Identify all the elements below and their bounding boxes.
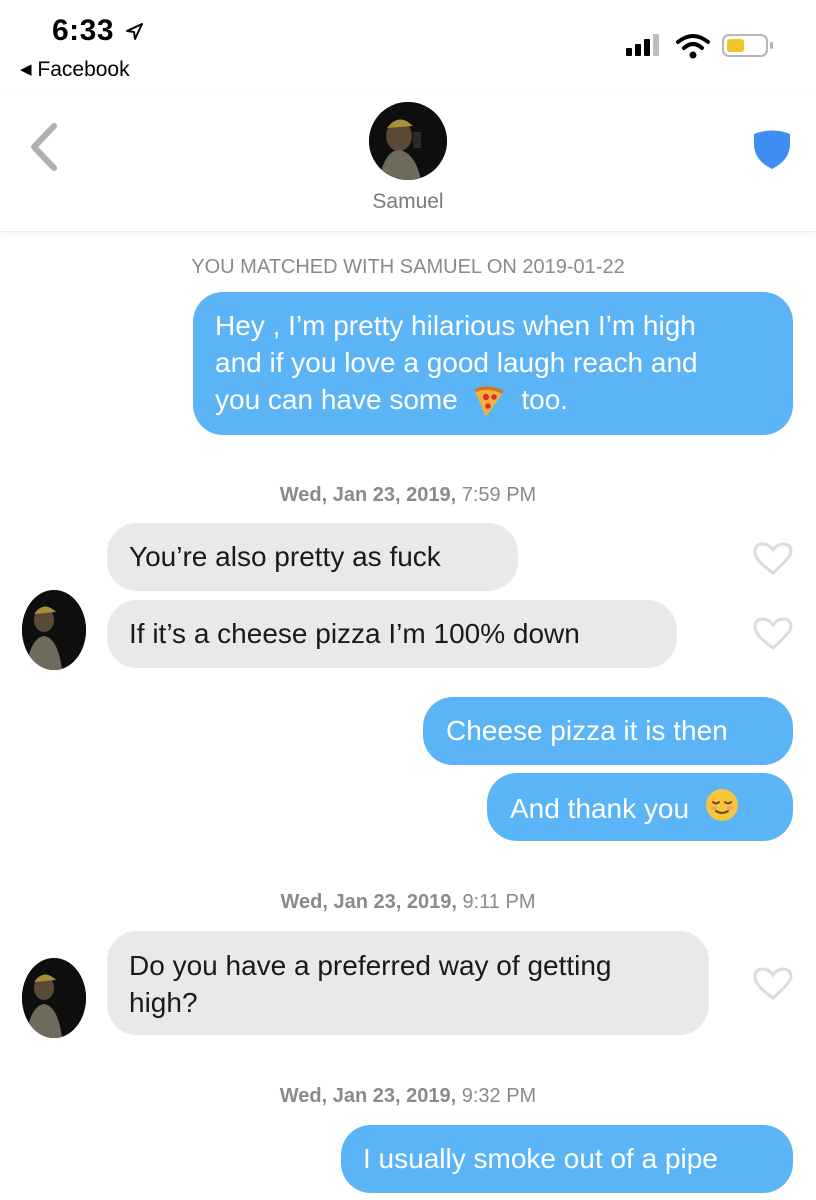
- shield-icon[interactable]: [752, 128, 792, 170]
- wifi-icon: [676, 34, 710, 59]
- signal-bars-icon: [626, 34, 659, 56]
- heart-outline-icon[interactable]: [753, 542, 793, 576]
- sender-avatar[interactable]: [22, 590, 86, 670]
- message-bubble-outgoing[interactable]: I usually smoke out of a pipe: [341, 1125, 793, 1193]
- message-bubble-incoming[interactable]: You’re also pretty as fuck: [107, 523, 518, 591]
- match-notice: YOU MATCHED WITH SAMUEL ON 2019-01-22: [191, 256, 625, 278]
- message-bubble-outgoing[interactable]: And thank you: [487, 773, 793, 841]
- pizza-emoji: [473, 386, 504, 417]
- relieved-face-emoji: [705, 789, 738, 821]
- match-avatar[interactable]: [369, 102, 447, 180]
- message-bubble-outgoing[interactable]: Cheese pizza it is then: [423, 697, 793, 765]
- back-triangle-icon: ◀: [20, 61, 32, 78]
- back-to-app-link[interactable]: ◀ Facebook: [20, 58, 130, 82]
- chevron-left-icon[interactable]: [26, 122, 62, 172]
- sender-avatar[interactable]: [22, 958, 86, 1038]
- message-bubble-outgoing[interactable]: Hey , I’m pretty hilarious when I’m high…: [193, 292, 793, 435]
- heart-outline-icon[interactable]: [753, 617, 793, 651]
- timestamp: Wed, Jan 23, 2019, 9:32 PM: [279, 1085, 537, 1107]
- location-arrow-icon: [125, 23, 143, 41]
- message-bubble-incoming[interactable]: Do you have a preferred way of getting h…: [107, 931, 709, 1035]
- battery-icon: [722, 34, 773, 57]
- message-bubble-incoming[interactable]: If it’s a cheese pizza I’m 100% down: [107, 600, 677, 668]
- timestamp: Wed, Jan 23, 2019, 7:59 PM: [279, 484, 537, 506]
- status-time: 6:33: [52, 14, 145, 48]
- heart-outline-icon[interactable]: [753, 967, 793, 1001]
- timestamp: Wed, Jan 23, 2019, 9:11 PM: [280, 891, 536, 913]
- match-name[interactable]: Samuel: [0, 190, 816, 214]
- status-icons: [626, 30, 786, 69]
